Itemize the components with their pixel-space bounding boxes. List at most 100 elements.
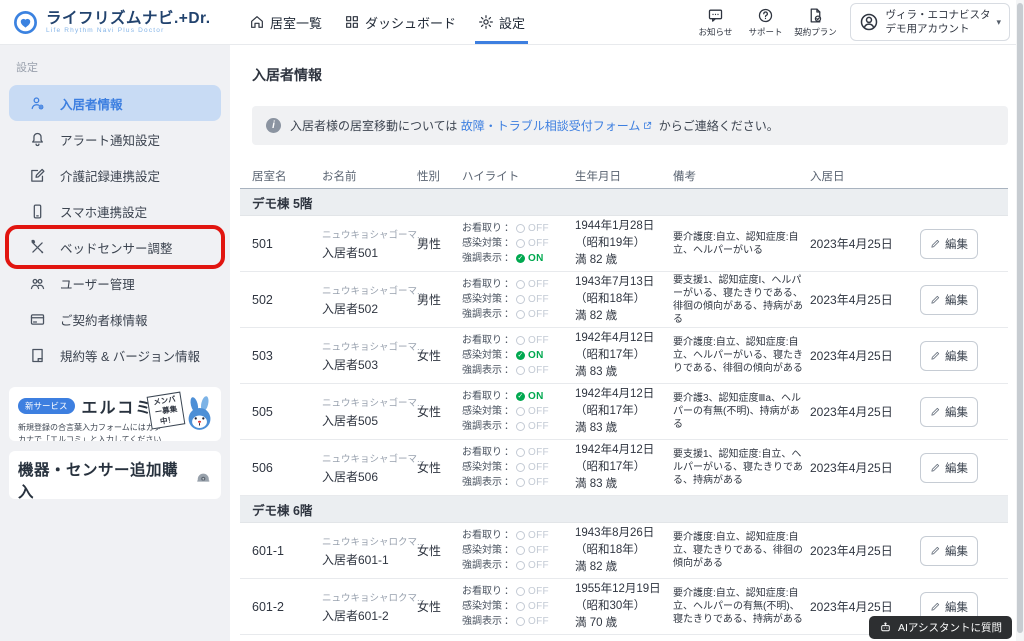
- pencil-icon: [930, 462, 941, 473]
- name-cell: ニュウキョシャロクマ... 入居者601-1: [322, 534, 417, 568]
- gender-cell: 男性: [417, 291, 462, 309]
- scrollbar-thumb[interactable]: [1017, 3, 1023, 633]
- birth-line: 満 82 歳: [575, 308, 673, 325]
- nav-item-dashboard[interactable]: ダッシュボード: [335, 0, 465, 44]
- birth-line: 満 83 歳: [575, 476, 673, 493]
- resident-name: 入居者503: [322, 356, 417, 373]
- resident-kana: ニュウキョシャロクマ...: [322, 534, 417, 548]
- toggle-state-icon: [516, 310, 525, 319]
- edit-button[interactable]: 編集: [920, 453, 978, 483]
- gear-icon: [478, 14, 494, 30]
- resident-name: 入居者506: [322, 468, 417, 485]
- birth-line: 満 70 歳: [575, 615, 673, 632]
- name-cell: ニュウキョシャゴーマ... 入居者505: [322, 395, 417, 429]
- external-link-icon: [642, 120, 653, 131]
- toggle-off: 強調表示：OFF: [462, 419, 575, 434]
- table-row: 505 ニュウキョシャゴーマ... 入居者505 女性 お看取り：ON感染対策：…: [240, 384, 1008, 440]
- move-in-date-cell: 2023年4月25日: [810, 403, 912, 421]
- birth-line: 1943年8月26日: [575, 525, 673, 542]
- person-gear-icon: [29, 95, 46, 112]
- highlight-cell: お看取り：OFF感染対策：OFF強調表示：OFF: [462, 445, 575, 490]
- toggle-state-icon: [516, 448, 525, 457]
- name-cell: ニュウキョシャロクマ... 入居者601-2: [322, 590, 417, 624]
- elcomi-description: 新規登録の合言葉入力フォームにはカタカナで「エルコミ」と入力してください: [18, 422, 168, 441]
- move-in-date-cell: 2023年4月25日: [810, 459, 912, 477]
- account-menu[interactable]: ヴィラ・エコナビスタ デモ用アカウント ▾: [850, 3, 1010, 41]
- table-row: 501 ニュウキョシャゴーマ... 入居者501 男性 お看取り：OFF感染対策…: [240, 216, 1008, 272]
- logo-heart-icon: [12, 9, 39, 36]
- toggle-off: お看取り：OFF: [462, 221, 575, 236]
- group-label: デモ棟 5階: [252, 193, 312, 212]
- toggle-off: 強調表示：OFF: [462, 363, 575, 378]
- dashboard-icon: [344, 14, 360, 30]
- utility-support[interactable]: サポート: [742, 7, 788, 38]
- sidebar-item-alert-settings[interactable]: アラート通知設定: [9, 121, 221, 157]
- toggle-off: 感染対策：OFF: [462, 404, 575, 419]
- card-icon: [29, 311, 46, 328]
- highlight-cell: お看取り：OFF感染対策：OFF強調表示：OFF: [462, 277, 575, 322]
- group-label: デモ棟 6階: [252, 500, 312, 519]
- home-icon: [249, 14, 265, 30]
- toggle-off: 感染対策：OFF: [462, 292, 575, 307]
- mascot-rabbit-icon: [181, 396, 219, 438]
- toggle-state-icon: [516, 407, 525, 416]
- actions-cell: 編集: [912, 397, 1008, 427]
- resident-kana: ニュウキョシャゴーマ...: [322, 395, 417, 409]
- toggle-on: お看取り：ON: [462, 389, 575, 404]
- sidebar-item-residents[interactable]: 入居者情報: [9, 85, 221, 121]
- residents-table-body: デモ棟 5階 501 ニュウキョシャゴーマ... 入居者501 男性 お看取り：…: [240, 189, 1008, 641]
- app-logo[interactable]: ライフリズムナビ.+Dr. Life Rhythm Navi Plus Doct…: [0, 0, 230, 44]
- resident-name: 入居者502: [322, 300, 417, 317]
- highlight-cell: お看取り：OFF感染対策：ON強調表示：OFF: [462, 333, 575, 378]
- room-cell: 502: [240, 291, 322, 309]
- edit-button[interactable]: 編集: [920, 397, 978, 427]
- toggle-state-icon: [516, 617, 525, 626]
- utility-plan[interactable]: 契約プラン: [792, 7, 838, 38]
- birth-line: 1942年4月12日: [575, 386, 673, 403]
- camera-icon: [195, 472, 212, 489]
- smartphone-icon: [29, 203, 46, 220]
- edit-button[interactable]: 編集: [920, 229, 978, 259]
- toggle-off: お看取り：OFF: [462, 333, 575, 348]
- birth-line: 満 82 歳: [575, 252, 673, 269]
- note-cell: 要介護度:自立、認知症度:自立、ヘルパーがいる、寝たきりである、徘徊の傾向がある: [673, 336, 810, 375]
- sidebar-item-bed-sensor[interactable]: ベッドセンサー調整: [9, 229, 221, 265]
- toggle-state-icon: [516, 531, 525, 540]
- table-group-row: デモ棟 5階: [240, 189, 1008, 216]
- purchase-banner[interactable]: 機器・センサー追加購入 各種センサー、見守りカメラ、ACアダプターのご購入はこち…: [9, 451, 221, 499]
- toggle-state-icon: [516, 280, 525, 289]
- toggle-state-icon: [516, 392, 525, 401]
- edit-button[interactable]: 編集: [920, 285, 978, 315]
- birth-line: 満 83 歳: [575, 364, 673, 381]
- actions-cell: 編集: [912, 453, 1008, 483]
- birth-line: 1944年1月28日: [575, 218, 673, 235]
- edit-button[interactable]: 編集: [920, 536, 978, 566]
- sidebar-item-contractor-info[interactable]: ご契約者様情報: [9, 301, 221, 337]
- column-header: 入居日: [810, 168, 912, 184]
- nav-item-rooms[interactable]: 居室一覧: [240, 0, 331, 44]
- utility-notice[interactable]: お知らせ: [692, 7, 738, 38]
- sidebar-item-terms-version[interactable]: 規約等 & バージョン情報: [9, 337, 221, 373]
- sidebar-item-care-record-link[interactable]: 介護記録連携設定: [9, 157, 221, 193]
- sidebar-item-user-management[interactable]: ユーザー管理: [9, 265, 221, 301]
- edit-button[interactable]: 編集: [920, 341, 978, 371]
- pencil-icon: [930, 238, 941, 249]
- ai-assistant-button[interactable]: AIアシスタントに質問: [869, 616, 1012, 639]
- move-in-date-cell: 2023年4月25日: [810, 598, 912, 616]
- elcomi-banner[interactable]: 新サービス エルコミ メンバー募集中！ 新規登録の合言葉入力フォームにはカタカナ…: [9, 387, 221, 441]
- room-cell: 601-1: [240, 542, 322, 560]
- page-title: 入居者情報: [252, 65, 1008, 85]
- toggle-state-icon: [516, 602, 525, 611]
- resident-name: 入居者601-1: [322, 551, 417, 568]
- room-cell: 501: [240, 235, 322, 253]
- nav-item-settings[interactable]: 設定: [469, 0, 534, 44]
- trouble-form-link[interactable]: 故障・トラブル相談受付フォーム: [461, 119, 641, 133]
- toggle-state-icon: [516, 478, 525, 487]
- toggle-state-icon: [516, 422, 525, 431]
- pencil-icon: [930, 294, 941, 305]
- resident-kana: ニュウキョシャゴーマ...: [322, 227, 417, 241]
- toggle-off: お看取り：OFF: [462, 584, 575, 599]
- toggle-state-icon: [516, 224, 525, 233]
- birth-cell: 1942年4月12日（昭和17年）満 83 歳: [575, 442, 673, 492]
- sidebar-item-smartphone-link[interactable]: スマホ連携設定: [9, 193, 221, 229]
